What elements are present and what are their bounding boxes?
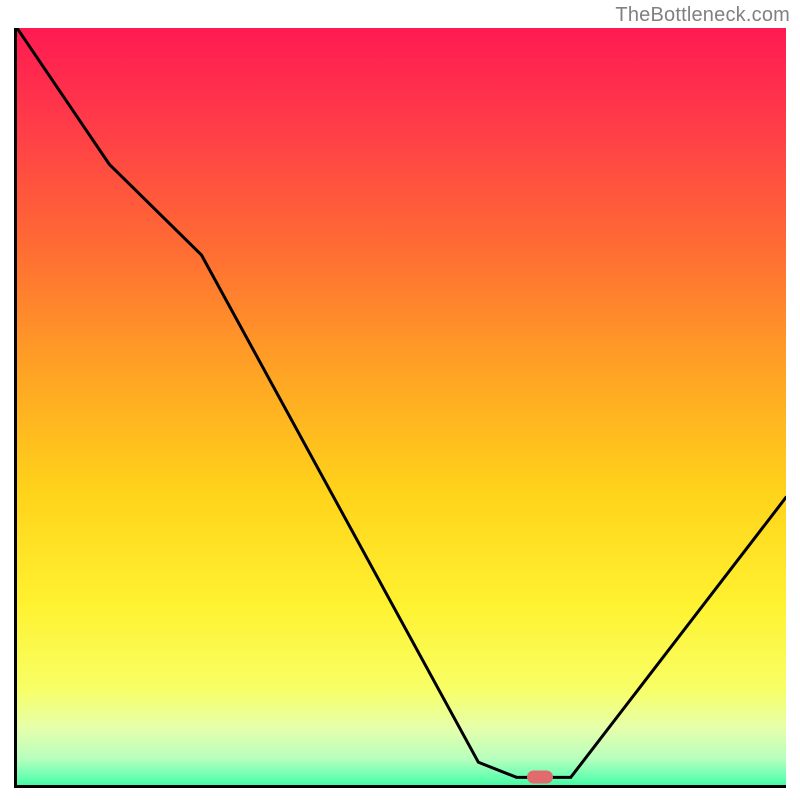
plot-area <box>14 28 786 788</box>
attribution-text: TheBottleneck.com <box>615 4 790 27</box>
stage: TheBottleneck.com <box>0 0 800 800</box>
optimum-marker <box>527 771 553 784</box>
curve <box>17 28 786 785</box>
